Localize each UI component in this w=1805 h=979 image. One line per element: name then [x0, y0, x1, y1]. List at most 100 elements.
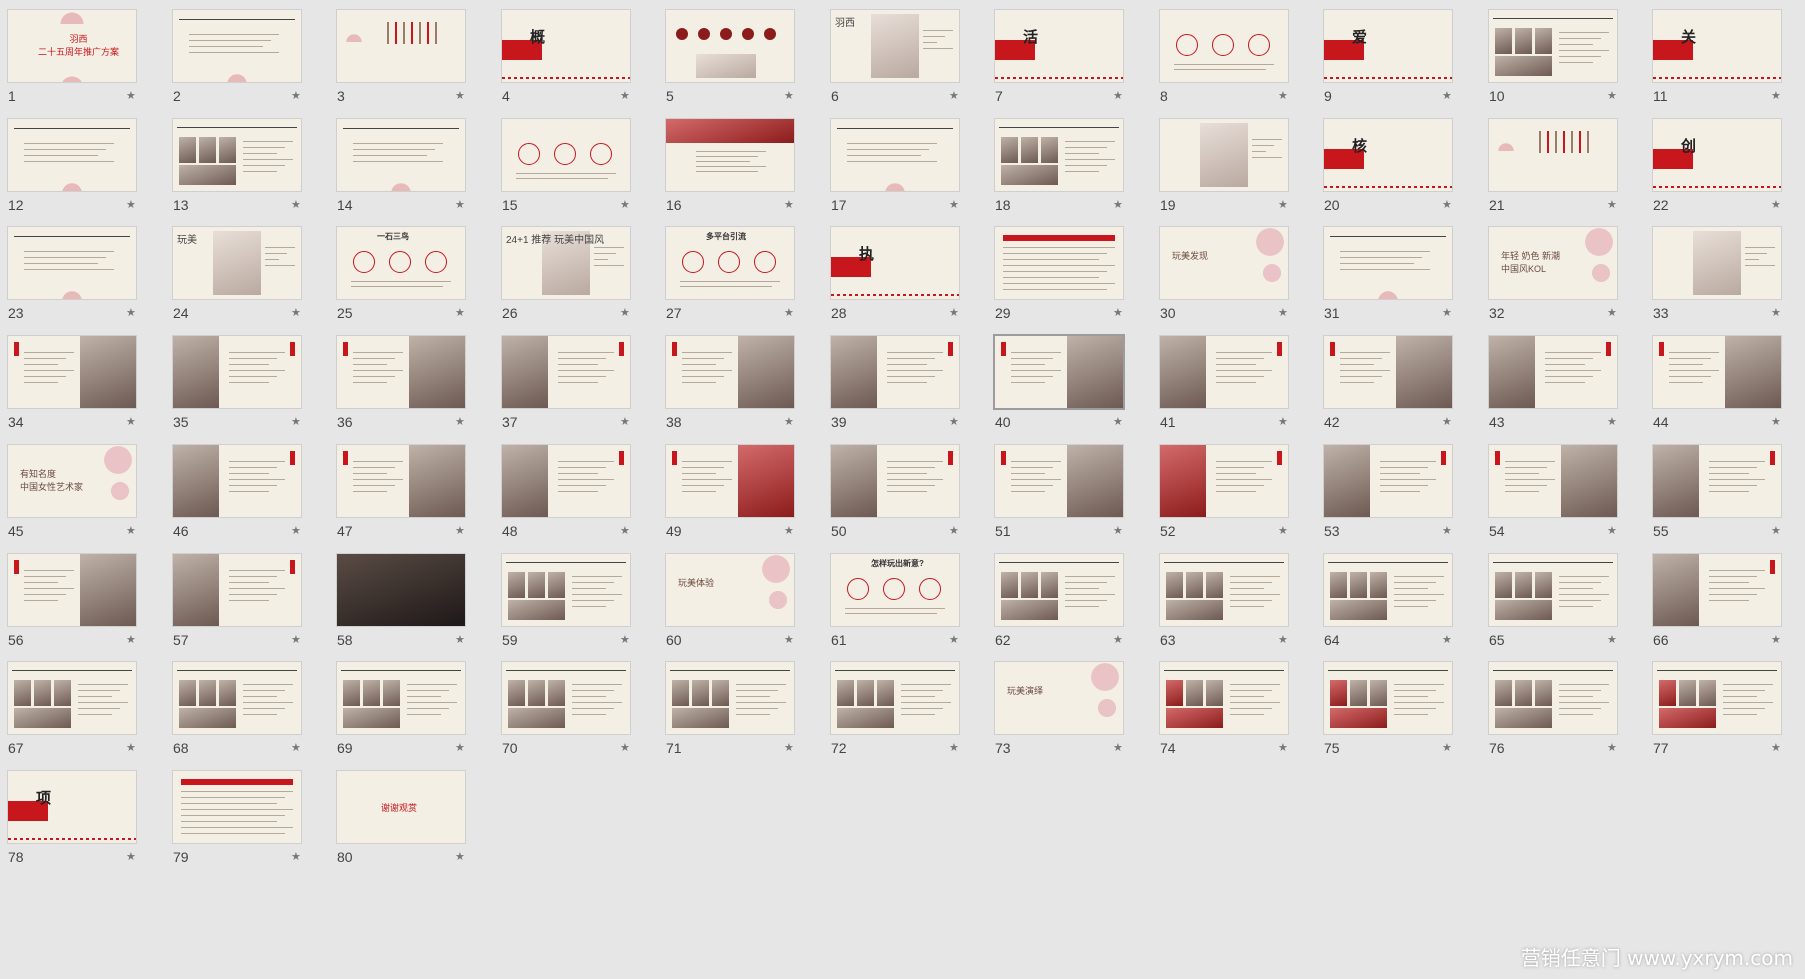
slide-transition-icon[interactable]: ★	[291, 414, 301, 430]
slide-thumbnail[interactable]	[1324, 445, 1452, 517]
slide-thumbnail[interactable]: 多平台引流	[666, 227, 794, 299]
slide-transition-icon[interactable]: ★	[949, 523, 959, 539]
slide-transition-icon[interactable]: ★	[126, 632, 136, 648]
slide-transition-icon[interactable]: ★	[126, 849, 136, 865]
slide-transition-icon[interactable]: ★	[620, 740, 630, 756]
slide-thumbnail[interactable]: 玩美体验	[666, 554, 794, 626]
slide-thumbnail[interactable]	[831, 662, 959, 734]
slide-thumbnail[interactable]	[1489, 445, 1617, 517]
slide-thumbnail[interactable]	[1489, 10, 1617, 82]
slide-thumbnail[interactable]: 羽西	[831, 10, 959, 82]
slide-transition-icon[interactable]: ★	[1113, 632, 1123, 648]
slide-thumbnail[interactable]	[173, 336, 301, 408]
slide-thumbnail[interactable]: 创	[1653, 119, 1781, 191]
slide-thumbnail[interactable]	[1653, 662, 1781, 734]
slide-thumbnail[interactable]	[831, 445, 959, 517]
slide-transition-icon[interactable]: ★	[1607, 632, 1617, 648]
slide-thumbnail[interactable]	[831, 119, 959, 191]
slide-thumbnail[interactable]	[337, 662, 465, 734]
slide-thumbnail[interactable]	[1489, 662, 1617, 734]
slide-transition-icon[interactable]: ★	[126, 197, 136, 213]
slide-transition-icon[interactable]: ★	[1113, 197, 1123, 213]
slide-transition-icon[interactable]: ★	[291, 849, 301, 865]
slide-transition-icon[interactable]: ★	[784, 88, 794, 104]
slide-thumbnail[interactable]: 羽西 二十五周年推广方案	[8, 10, 136, 82]
slide-thumbnail[interactable]	[502, 445, 630, 517]
slide-transition-icon[interactable]: ★	[620, 305, 630, 321]
slide-transition-icon[interactable]: ★	[620, 523, 630, 539]
slide-transition-icon[interactable]: ★	[1771, 632, 1781, 648]
slide-thumbnail[interactable]: 玩美演绎	[995, 662, 1123, 734]
slide-thumbnail[interactable]	[502, 336, 630, 408]
slide-thumbnail[interactable]: 玩美	[173, 227, 301, 299]
slide-thumbnail[interactable]	[1324, 227, 1452, 299]
slide-thumbnail[interactable]	[1324, 336, 1452, 408]
slide-transition-icon[interactable]: ★	[949, 88, 959, 104]
slide-thumbnail[interactable]: 爱	[1324, 10, 1452, 82]
slide-thumbnail[interactable]	[1324, 662, 1452, 734]
slide-thumbnail[interactable]	[995, 119, 1123, 191]
slide-thumbnail[interactable]	[502, 662, 630, 734]
slide-thumbnail[interactable]: 年轻 奶色 新潮 中国风KOL	[1489, 227, 1617, 299]
slide-transition-icon[interactable]: ★	[1442, 523, 1452, 539]
slide-transition-icon[interactable]: ★	[455, 414, 465, 430]
slide-transition-icon[interactable]: ★	[1113, 740, 1123, 756]
slide-transition-icon[interactable]: ★	[949, 740, 959, 756]
slide-thumbnail[interactable]	[1324, 554, 1452, 626]
slide-thumbnail[interactable]	[1160, 554, 1288, 626]
slide-transition-icon[interactable]: ★	[455, 523, 465, 539]
slide-thumbnail[interactable]: 谢谢观赏	[337, 771, 465, 843]
slide-thumbnail[interactable]: 24+1 推荐 玩美中国风	[502, 227, 630, 299]
slide-transition-icon[interactable]: ★	[1771, 88, 1781, 104]
slide-transition-icon[interactable]: ★	[949, 414, 959, 430]
slide-transition-icon[interactable]: ★	[291, 197, 301, 213]
slide-transition-icon[interactable]: ★	[620, 88, 630, 104]
slide-transition-icon[interactable]: ★	[620, 414, 630, 430]
slide-thumbnail[interactable]	[1489, 554, 1617, 626]
slide-thumbnail[interactable]: 有知名度 中国女性艺术家	[8, 445, 136, 517]
slide-transition-icon[interactable]: ★	[1278, 632, 1288, 648]
slide-transition-icon[interactable]: ★	[1442, 740, 1452, 756]
slide-thumbnail[interactable]	[173, 554, 301, 626]
slide-transition-icon[interactable]: ★	[1113, 305, 1123, 321]
slide-transition-icon[interactable]: ★	[1607, 197, 1617, 213]
slide-thumbnail[interactable]	[1489, 119, 1617, 191]
slide-transition-icon[interactable]: ★	[784, 523, 794, 539]
slide-thumbnail[interactable]: 项	[8, 771, 136, 843]
slide-transition-icon[interactable]: ★	[1771, 197, 1781, 213]
slide-transition-icon[interactable]: ★	[1771, 523, 1781, 539]
slide-thumbnail[interactable]	[502, 554, 630, 626]
slide-transition-icon[interactable]: ★	[1278, 523, 1288, 539]
slide-thumbnail[interactable]	[502, 119, 630, 191]
slide-transition-icon[interactable]: ★	[1278, 197, 1288, 213]
slide-thumbnail[interactable]	[1653, 336, 1781, 408]
slide-transition-icon[interactable]: ★	[1607, 88, 1617, 104]
slide-thumbnail[interactable]	[666, 662, 794, 734]
slide-transition-icon[interactable]: ★	[1278, 305, 1288, 321]
slide-transition-icon[interactable]: ★	[784, 197, 794, 213]
slide-transition-icon[interactable]: ★	[455, 88, 465, 104]
slide-transition-icon[interactable]: ★	[1442, 414, 1452, 430]
slide-thumbnail[interactable]	[337, 445, 465, 517]
slide-transition-icon[interactable]: ★	[1113, 414, 1123, 430]
slide-thumbnail[interactable]: 概	[502, 10, 630, 82]
slide-thumbnail[interactable]	[8, 554, 136, 626]
slide-transition-icon[interactable]: ★	[1442, 88, 1452, 104]
slide-transition-icon[interactable]: ★	[1278, 740, 1288, 756]
slide-transition-icon[interactable]: ★	[1607, 523, 1617, 539]
slide-transition-icon[interactable]: ★	[291, 305, 301, 321]
slide-thumbnail[interactable]	[666, 445, 794, 517]
slide-transition-icon[interactable]: ★	[949, 197, 959, 213]
slide-transition-icon[interactable]: ★	[1442, 305, 1452, 321]
slide-transition-icon[interactable]: ★	[126, 523, 136, 539]
slide-thumbnail[interactable]	[831, 336, 959, 408]
slide-thumbnail[interactable]	[8, 662, 136, 734]
slide-transition-icon[interactable]: ★	[1607, 414, 1617, 430]
slide-transition-icon[interactable]: ★	[291, 523, 301, 539]
slide-transition-icon[interactable]: ★	[291, 88, 301, 104]
slide-thumbnail[interactable]	[173, 10, 301, 82]
slide-thumbnail[interactable]	[995, 227, 1123, 299]
slide-thumbnail[interactable]	[1653, 445, 1781, 517]
slide-transition-icon[interactable]: ★	[126, 305, 136, 321]
slide-thumbnail[interactable]: 关	[1653, 10, 1781, 82]
